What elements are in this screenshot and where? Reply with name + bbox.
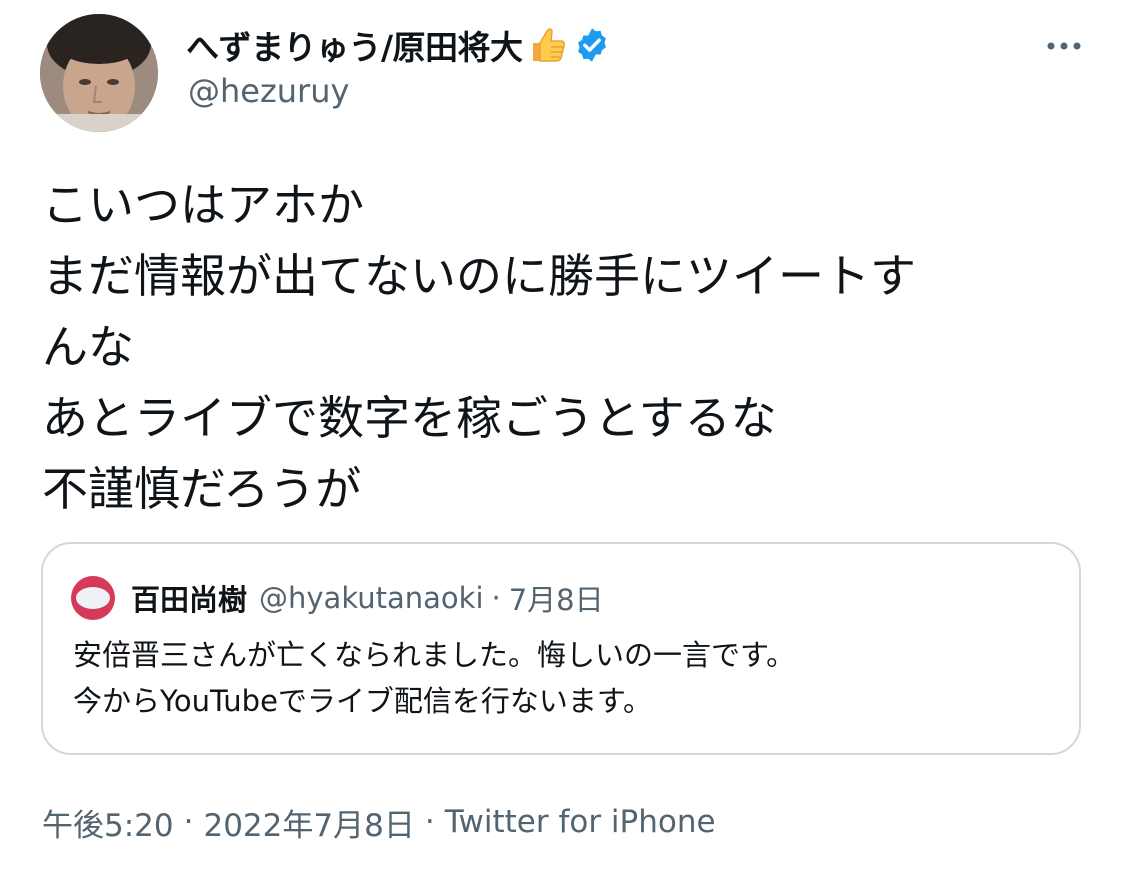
tweet-time[interactable]: 午後5:20 bbox=[42, 800, 174, 845]
quoted-author-name: 百田尚樹 bbox=[131, 583, 248, 617]
tweet-date[interactable]: 2022年7月8日 bbox=[203, 800, 414, 845]
quoted-separator: · bbox=[491, 581, 501, 615]
meta-separator: · bbox=[424, 804, 435, 840]
quoted-date: 7月8日 bbox=[508, 583, 604, 617]
tweet-source[interactable]: Twitter for iPhone bbox=[445, 804, 716, 840]
quoted-text-line: 安倍晋三さんが亡くなられました。悔しいの一言です。 bbox=[73, 638, 796, 672]
tweet-text-line: こいつはアホか bbox=[42, 178, 364, 232]
quoted-tweet-header: 百田尚樹 @hyakutanaoki · 7月8日 bbox=[71, 576, 604, 620]
tweet-text-line: 不謹慎だろうが bbox=[42, 462, 362, 516]
tweet-text-line: まだ情報が出てないのに勝手にツイートす bbox=[42, 249, 916, 303]
quoted-author-handle: @hyakutanaoki bbox=[259, 581, 484, 615]
meta-separator: · bbox=[183, 804, 194, 840]
author-handle[interactable]: @hezuruy bbox=[188, 72, 349, 110]
tweet-text: こいつはアホか まだ情報が出てないのに勝手にツイートす んな あとライブで数字を… bbox=[42, 170, 1082, 525]
quoted-tweet-card[interactable]: 百田尚樹 @hyakutanaoki · 7月8日 安倍晋三さんが亡くなられまし… bbox=[41, 542, 1081, 755]
tweet-text-line: んな bbox=[42, 320, 134, 374]
tweet-detail: へずまりゅう/原田将大 @hezuruy こいつはアホか まだ情報が出てないのに… bbox=[0, 0, 1125, 883]
author-display-name: へずまりゅう/原田将大 bbox=[186, 28, 523, 67]
tweet-meta: 午後5:20 · 2022年7月8日 · Twitter for iPhone bbox=[42, 800, 716, 844]
author-name-row[interactable]: へずまりゅう/原田将大 bbox=[186, 20, 611, 70]
quoted-author-avatar bbox=[71, 576, 115, 620]
verified-badge-icon bbox=[573, 26, 611, 64]
thumbs-up-icon bbox=[525, 23, 569, 67]
author-avatar[interactable] bbox=[40, 14, 158, 132]
tweet-text-line: あとライブで数字を稼ごうとするな bbox=[42, 391, 777, 445]
more-dots-icon bbox=[1047, 42, 1081, 50]
more-options-button[interactable] bbox=[1038, 26, 1090, 66]
quoted-tweet-text: 安倍晋三さんが亡くなられました。悔しいの一言です。 今からYouTubeでライブ… bbox=[73, 632, 1053, 724]
quoted-text-line: 今からYouTubeでライブ配信を行ないます。 bbox=[73, 684, 653, 718]
